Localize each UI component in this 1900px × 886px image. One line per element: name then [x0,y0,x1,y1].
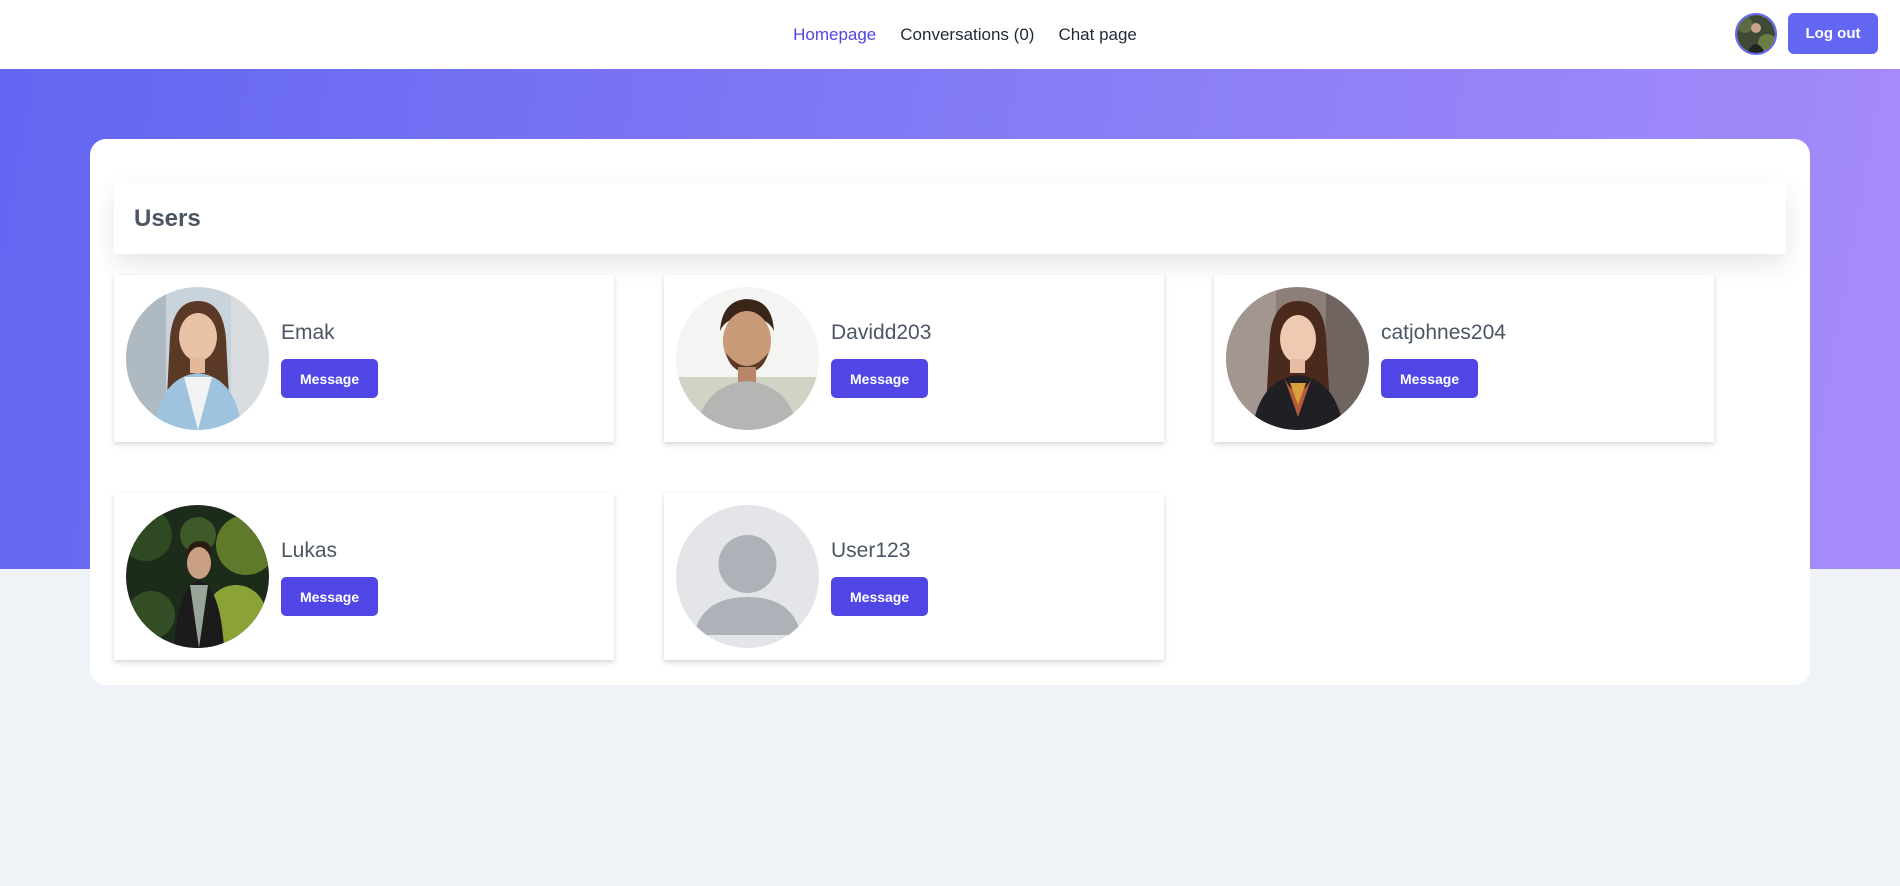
top-navbar: Homepage Conversations (0) Chat page Log… [0,0,1900,69]
current-user-avatar[interactable] [1735,13,1777,55]
users-panel: Users Emak Message Davidd203 Message cat… [90,139,1810,685]
user-name: Emak [281,321,335,344]
users-header: Users [114,183,1786,254]
user-name: Lukas [281,539,338,562]
main-nav: Homepage Conversations (0) Chat page [0,0,1900,69]
user-card-emak: Emak Message [114,275,614,442]
message-button[interactable]: Message [281,577,379,616]
logout-button[interactable]: Log out [1788,13,1878,54]
users-title: Users [134,204,201,232]
nav-chat-page[interactable]: Chat page [1058,25,1136,45]
message-button[interactable]: Message [1381,359,1479,398]
user-avatar-catjohnes204 [1226,287,1369,430]
user-card-davidd203: Davidd203 Message [664,275,1164,442]
user-name: catjohnes204 [1381,321,1506,344]
user-card-lukas: Lukas Message [114,493,614,660]
default-avatar-icon [676,505,819,648]
user-avatar-davidd203 [676,287,819,430]
message-button[interactable]: Message [831,577,929,616]
message-button[interactable]: Message [281,359,379,398]
message-button[interactable]: Message [831,359,929,398]
nav-homepage[interactable]: Homepage [793,25,876,45]
user-card-catjohnes204: catjohnes204 Message [1214,275,1714,442]
user-avatar-lukas [126,505,269,648]
user-card-user123: User123 Message [664,493,1164,660]
user-name: User123 [831,539,911,562]
user-name: Davidd203 [831,321,932,344]
user-avatar-emak [126,287,269,430]
nav-conversations[interactable]: Conversations (0) [900,25,1034,45]
